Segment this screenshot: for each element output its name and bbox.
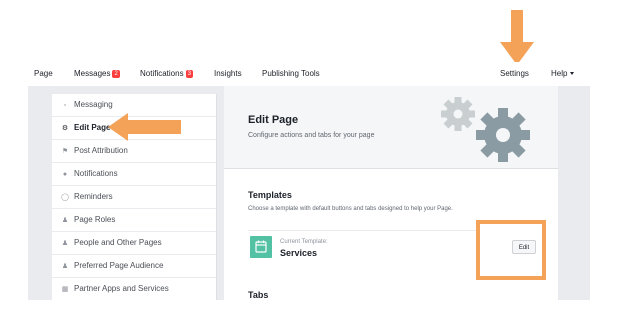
nav-messages[interactable]: Messages 2 — [74, 69, 120, 78]
apps-icon: ▦ — [61, 286, 69, 293]
sidebar-item-partner-apps-and-services[interactable]: ▦ Partner Apps and Services — [52, 278, 216, 300]
edit-page-highlight-arrow — [108, 113, 181, 141]
nav-settings[interactable]: Settings — [500, 69, 529, 78]
sidebar-item-people-and-other-pages[interactable]: ♟ People and Other Pages — [52, 232, 216, 255]
large-gear-icon — [476, 108, 530, 162]
people-icon: ♟ — [61, 240, 69, 247]
nav-help[interactable]: Help — [551, 69, 575, 78]
sidebar-item-label: Preferred Page Audience — [74, 261, 164, 270]
templates-title: Templates — [248, 190, 292, 200]
chat-icon: ▫ — [63, 102, 67, 109]
sidebar-item-reminders[interactable]: ◯ Reminders — [52, 186, 216, 209]
sidebar-item-label: People and Other Pages — [74, 238, 162, 247]
sidebar-item-preferred-page-audience[interactable]: ♟ Preferred Page Audience — [52, 255, 216, 278]
page-title: Edit Page — [248, 114, 299, 126]
nav-help-label: Help — [551, 69, 568, 78]
nav-notifications-label: Notifications — [140, 69, 184, 78]
sidebar-item-label: Page Roles — [74, 215, 116, 224]
people-icon: ♟ — [61, 263, 69, 270]
sidebar-item-label: Post Attribution — [74, 146, 128, 155]
calendar-icon — [250, 236, 272, 258]
nav-publishing-tools[interactable]: Publishing Tools — [262, 69, 320, 78]
sidebar-item-label: Partner Apps and Services — [74, 284, 169, 293]
gear-icon: ⚙ — [61, 125, 69, 132]
nav-insights[interactable]: Insights — [214, 69, 242, 78]
sidebar-item-label: Edit Page — [74, 123, 111, 132]
nav-messages-label: Messages — [74, 69, 111, 78]
clock-icon: ◯ — [61, 194, 69, 201]
person-icon: ♟ — [61, 217, 69, 224]
sidebar-item-notifications[interactable]: ● Notifications — [52, 163, 216, 186]
nav-notifications[interactable]: Notifications 3 — [140, 69, 193, 78]
flag-icon: ⚑ — [61, 148, 69, 155]
page-top-navigation: Page Messages 2 Notifications 3 Insights P… — [0, 62, 624, 86]
chevron-down-icon — [570, 72, 575, 75]
edit-template-button[interactable]: Edit — [512, 240, 536, 254]
globe-icon: ● — [62, 171, 68, 178]
settings-highlight-arrow — [500, 10, 534, 65]
edit-button-highlight: Edit — [476, 220, 546, 280]
sidebar-item-page-roles[interactable]: ♟ Page Roles — [52, 209, 216, 232]
tabs-title: Tabs — [248, 290, 269, 300]
edit-page-header: Edit Page Configure actions and tabs for… — [224, 86, 558, 169]
sidebar-item-label: Notifications — [74, 169, 118, 178]
messages-count-badge: 2 — [112, 70, 120, 78]
sidebar-item-label: Reminders — [74, 192, 113, 201]
current-template-label: Current Template: — [280, 239, 328, 245]
current-template-name: Services — [280, 248, 318, 258]
nav-page[interactable]: Page — [34, 69, 53, 78]
sidebar-item-label: Messaging — [74, 100, 113, 109]
page-subtitle: Configure actions and tabs for your page — [248, 132, 375, 139]
templates-description: Choose a template with default buttons a… — [248, 206, 453, 212]
sidebar-item-post-attribution[interactable]: ⚑ Post Attribution — [52, 140, 216, 163]
notifications-count-badge: 3 — [185, 70, 193, 78]
